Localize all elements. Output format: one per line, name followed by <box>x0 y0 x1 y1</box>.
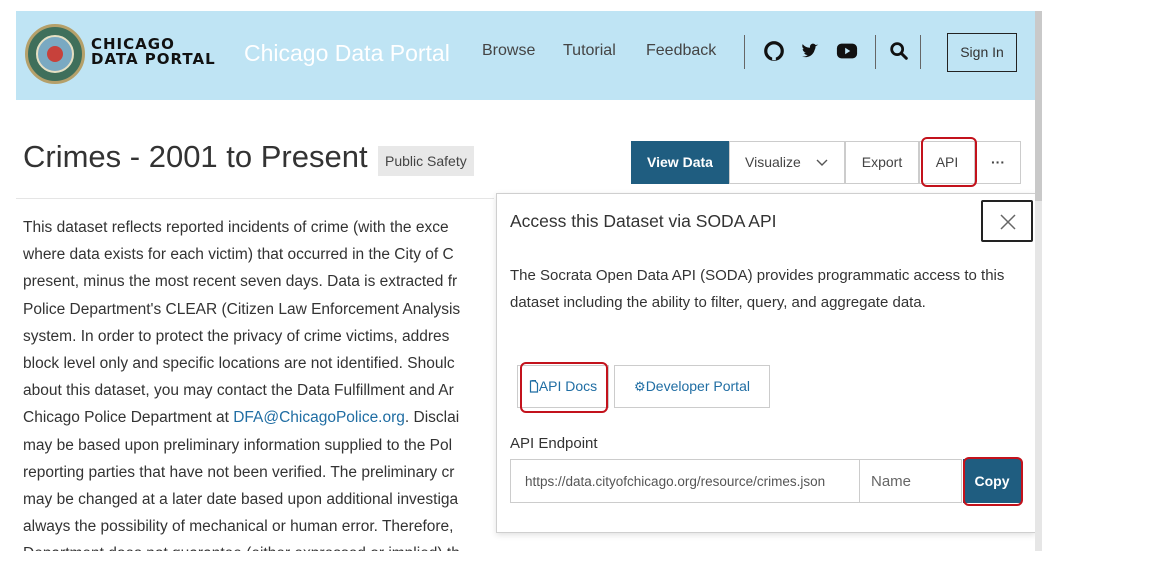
popover-description: The Socrata Open Data API (SODA) provide… <box>510 267 1005 311</box>
popover-title: Access this Dataset via SODA API <box>510 211 777 231</box>
scrollbar-thumb[interactable] <box>1035 11 1042 201</box>
nav-divider <box>744 35 745 69</box>
nav-divider <box>875 35 876 69</box>
sign-in-button[interactable]: Sign In <box>947 33 1017 72</box>
site-header: CHICAGO DATA PORTAL Chicago Data Portal … <box>16 11 1035 100</box>
api-endpoint-label: API Endpoint <box>510 435 598 452</box>
seal-core <box>47 46 63 62</box>
api-endpoint-input[interactable] <box>510 459 860 503</box>
youtube-icon[interactable] <box>836 40 858 62</box>
contact-email-link[interactable]: DFA@ChicagoPolice.org <box>233 409 405 426</box>
developer-portal-button[interactable]: ⚙Developer Portal <box>614 365 770 408</box>
github-icon[interactable] <box>763 40 785 62</box>
twitter-icon[interactable] <box>799 40 821 62</box>
close-popover-button[interactable] <box>981 200 1033 242</box>
title-divider <box>16 198 494 199</box>
category-badge[interactable]: Public Safety <box>378 146 474 176</box>
page-scrollbar[interactable] <box>1035 11 1042 551</box>
visualize-label: Visualize <box>745 154 801 170</box>
visualize-button[interactable]: Visualize <box>729 141 845 184</box>
view-data-button[interactable]: View Data <box>631 141 729 184</box>
nav-browse[interactable]: Browse <box>482 42 535 60</box>
dataset-title: Crimes - 2001 to Present <box>23 139 368 174</box>
close-icon <box>1000 214 1016 230</box>
endpoint-name-input[interactable] <box>860 459 962 503</box>
description-text: . Disclai <box>404 409 460 427</box>
nav-tutorial[interactable]: Tutorial <box>563 42 616 60</box>
city-seal-logo[interactable] <box>25 24 85 84</box>
more-actions-button[interactable]: ··· <box>975 141 1021 184</box>
export-button[interactable]: Export <box>845 141 919 184</box>
description-line: Department does not guarantee (either ex… <box>23 540 623 551</box>
brand-wordmark[interactable]: CHICAGO DATA PORTAL <box>91 37 216 67</box>
brand-line-2: DATA PORTAL <box>91 50 216 68</box>
api-docs-highlight <box>520 362 608 413</box>
seal-inner <box>36 35 74 73</box>
developer-portal-label: Developer Portal <box>645 378 750 394</box>
nav-divider <box>920 35 921 69</box>
chevron-down-icon <box>816 159 828 166</box>
nav-feedback[interactable]: Feedback <box>646 42 716 60</box>
api-button-highlight <box>921 137 977 187</box>
search-icon[interactable] <box>888 40 910 62</box>
gear-icon: ⚙ <box>634 379 646 394</box>
portal-title[interactable]: Chicago Data Portal <box>244 40 450 67</box>
copy-button-highlight <box>963 457 1023 506</box>
browser-viewport: CHICAGO DATA PORTAL Chicago Data Portal … <box>16 11 1042 551</box>
description-text: Chicago Police Department at <box>23 409 234 427</box>
